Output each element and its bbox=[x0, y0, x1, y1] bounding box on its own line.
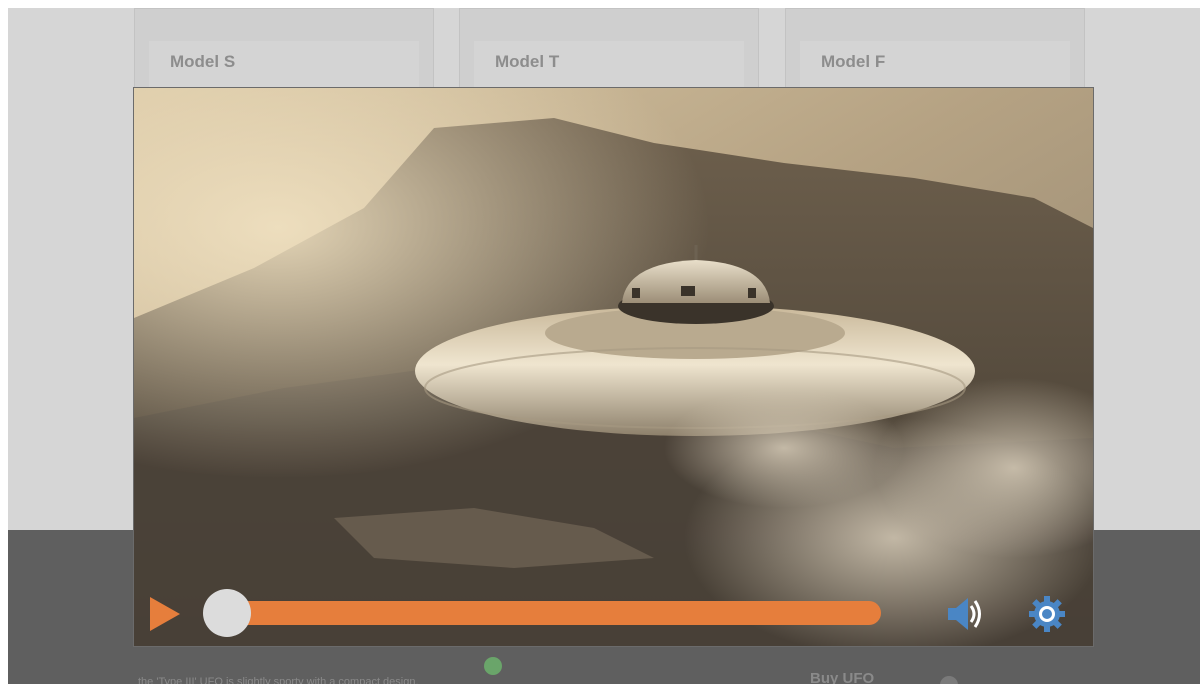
settings-button[interactable] bbox=[1027, 594, 1067, 634]
page: Model S Model T Model F the 'Type III' U… bbox=[0, 0, 1200, 684]
card-title-model-s: Model S bbox=[170, 52, 236, 71]
gear-icon bbox=[1029, 596, 1065, 632]
card-title-model-t: Model T bbox=[495, 52, 560, 71]
volume-icon bbox=[948, 598, 981, 630]
play-button[interactable] bbox=[150, 597, 182, 631]
video-player[interactable] bbox=[133, 87, 1094, 647]
play-icon bbox=[150, 597, 180, 631]
player-controls bbox=[134, 586, 1093, 646]
ufo-video-frame bbox=[134, 88, 1093, 646]
background-buy-label: Buy UFO bbox=[810, 670, 875, 684]
volume-button[interactable] bbox=[944, 594, 984, 634]
card-title-model-f: Model F bbox=[821, 52, 886, 71]
progress-bar[interactable] bbox=[229, 601, 881, 625]
background-description: the 'Type III' UFO is slightly sporty wi… bbox=[138, 676, 419, 684]
green-dot bbox=[484, 657, 502, 675]
progress-thumb[interactable] bbox=[203, 589, 251, 637]
